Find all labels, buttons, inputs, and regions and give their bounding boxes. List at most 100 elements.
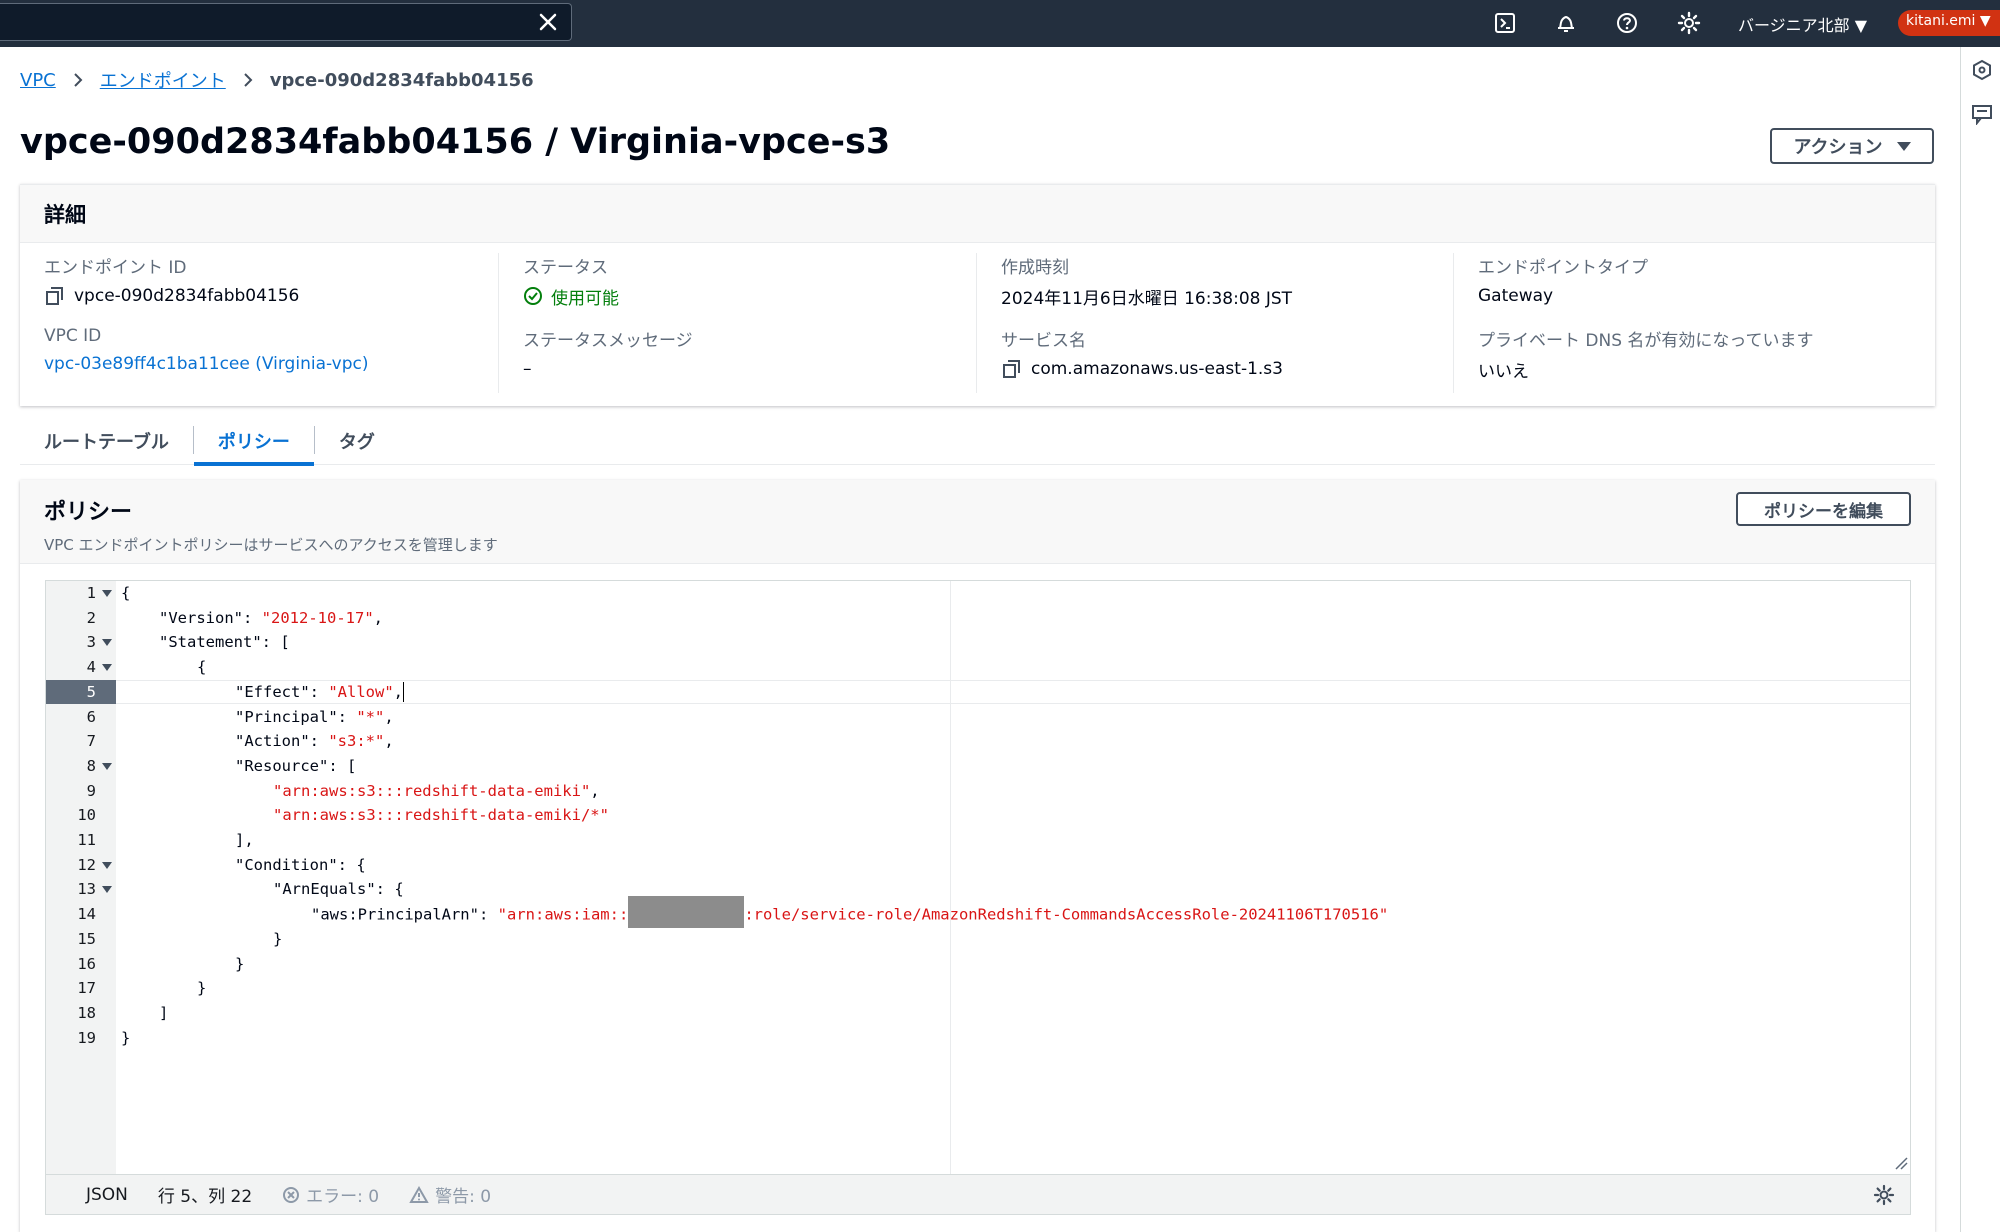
user-menu[interactable]: kitani.emi ▼ xyxy=(1898,10,2000,36)
fold-arrow-icon[interactable] xyxy=(102,763,112,770)
fold-arrow-icon[interactable] xyxy=(102,639,112,646)
code-line: "Condition": { xyxy=(235,855,366,874)
detail-tabs: ルートテーブル ポリシー タグ xyxy=(20,420,1935,466)
close-icon[interactable] xyxy=(535,9,561,35)
code-line: "Statement": [ xyxy=(159,633,290,652)
code-line: } xyxy=(273,929,283,948)
warning-count[interactable]: 警告: 0 xyxy=(409,1182,491,1207)
breadcrumb-endpoints[interactable]: エンドポイント xyxy=(100,67,226,93)
language-indicator: JSON xyxy=(86,1184,128,1205)
vpc-id-link[interactable]: vpc-03e89ff4c1ba11cee (Virginia-vpc) xyxy=(44,354,369,374)
details-column-4: エンドポイントタイプ Gateway プライベート DNS 名が有効になっていま… xyxy=(1453,253,1928,393)
line-number: 10 xyxy=(77,806,96,825)
tab-policy[interactable]: ポリシー xyxy=(193,420,314,466)
page-title: vpce-090d2834fabb04156 / Virginia-vpce-s… xyxy=(20,122,891,162)
code-line: { xyxy=(121,584,131,602)
code-line: "ArnEquals": { xyxy=(273,880,404,899)
cloudshell-icon[interactable] xyxy=(1491,9,1519,37)
line-number: 15 xyxy=(77,929,96,948)
actions-button-label: アクション xyxy=(1793,137,1883,158)
redacted-account-id xyxy=(628,896,745,929)
line-number: 12 xyxy=(77,855,96,874)
endpoint-id-label: エンドポイント ID xyxy=(44,258,187,278)
details-panel: 詳細 エンドポイント ID vpce-090d2834fabb04156 VPC… xyxy=(20,184,1935,406)
breadcrumb-current: vpce-090d2834fabb04156 xyxy=(269,69,534,91)
line-number: 16 xyxy=(77,954,96,973)
region-selector[interactable]: バージニア北部 ▼ xyxy=(1738,12,1867,36)
code-line: ], xyxy=(235,831,254,849)
hexagon-info-icon[interactable] xyxy=(1971,59,1993,81)
line-number-active: 5 xyxy=(86,682,96,701)
policy-title: ポリシー xyxy=(44,500,133,525)
breadcrumb-vpc[interactable]: VPC xyxy=(20,70,56,91)
status-label: ステータス xyxy=(523,258,608,278)
caret-down-icon xyxy=(1896,141,1911,151)
endpoint-id-value: vpce-090d2834fabb04156 xyxy=(74,286,300,306)
policy-code-editor[interactable]: 1 2 3 4 5 6 7 8 9 10 11 12 13 14 15 16 1… xyxy=(45,580,1911,1215)
private-dns-value: いいえ xyxy=(1478,361,1529,382)
fold-arrow-icon[interactable] xyxy=(102,862,112,869)
actions-button[interactable]: アクション xyxy=(1770,128,1934,164)
success-check-icon xyxy=(524,287,542,305)
line-number: 17 xyxy=(77,979,96,998)
code-text-area[interactable]: { "Version": "2012-10-17", "Statement": … xyxy=(116,581,1910,1176)
status-message-label: ステータスメッセージ xyxy=(523,331,693,351)
error-count[interactable]: エラー: 0 xyxy=(282,1182,379,1207)
details-column-3: 作成時刻 2024年11月6日水曜日 16:38:08 JST サービス名 co… xyxy=(976,253,1451,393)
code-line: "aws:PrincipalArn": "arn:aws:iam:::role/… xyxy=(311,896,1388,929)
fold-arrow-icon[interactable] xyxy=(102,590,112,597)
code-line: } xyxy=(121,1028,131,1047)
fold-arrow-icon[interactable] xyxy=(102,664,112,671)
code-line: "Resource": [ xyxy=(235,756,357,775)
tab-route-tables[interactable]: ルートテーブル xyxy=(20,420,193,465)
line-number: 18 xyxy=(77,1003,96,1022)
settings-icon[interactable] xyxy=(1872,1183,1896,1207)
line-number: 19 xyxy=(77,1028,96,1047)
warning-triangle-icon xyxy=(409,1185,429,1203)
line-number: 3 xyxy=(86,633,96,652)
policy-header: ポリシー VPC エンドポイントポリシーはサービスへのアクセスを管理します ポリ… xyxy=(20,480,1935,564)
code-line: "Version": "2012-10-17", xyxy=(159,608,383,627)
help-icon[interactable] xyxy=(1613,9,1641,37)
code-line: ] xyxy=(159,1003,169,1022)
line-number: 9 xyxy=(86,781,96,800)
status-value: 使用可能 xyxy=(551,288,619,309)
code-line: "Action": "s3:*", xyxy=(235,732,394,751)
status-message-value: – xyxy=(523,359,532,379)
endpoint-type-label: エンドポイントタイプ xyxy=(1478,258,1648,278)
feedback-icon[interactable] xyxy=(1971,103,1993,125)
endpoint-type-value: Gateway xyxy=(1478,286,1554,306)
cursor-position: 行 5、列 22 xyxy=(157,1187,253,1207)
search-input[interactable] xyxy=(0,3,572,41)
line-number: 13 xyxy=(77,880,96,899)
details-column-1: エンドポイント ID vpce-090d2834fabb04156 VPC ID… xyxy=(20,253,495,393)
tab-tags[interactable]: タグ xyxy=(315,420,399,465)
error-circle-icon xyxy=(283,1186,300,1203)
copy-icon[interactable] xyxy=(44,285,66,307)
line-number: 14 xyxy=(77,905,96,924)
service-name-label: サービス名 xyxy=(1001,331,1086,351)
code-line: "arn:aws:s3:::redshift-data-emiki/*" xyxy=(273,806,609,825)
code-line: } xyxy=(235,954,245,973)
print-margin xyxy=(950,581,951,1176)
breadcrumb: VPC エンドポイント vpce-090d2834fabb04156 xyxy=(20,66,534,94)
code-line: } xyxy=(197,979,207,998)
copy-icon[interactable] xyxy=(1001,358,1023,380)
code-line: "arn:aws:s3:::redshift-data-emiki", xyxy=(273,781,600,800)
code-line: "Principal": "*", xyxy=(235,707,394,726)
edit-policy-button[interactable]: ポリシーを編集 xyxy=(1736,492,1911,526)
line-number: 2 xyxy=(86,608,96,627)
bell-icon[interactable] xyxy=(1552,9,1580,37)
line-number: 8 xyxy=(86,756,96,775)
line-number-gutter: 1 2 3 4 5 6 7 8 9 10 11 12 13 14 15 16 1… xyxy=(46,581,116,1176)
policy-panel: ポリシー VPC エンドポイントポリシーはサービスへのアクセスを管理します ポリ… xyxy=(20,480,1935,1232)
error-count-label: エラー: 0 xyxy=(306,1187,380,1207)
details-header: 詳細 xyxy=(20,185,1935,243)
resize-handle-icon[interactable] xyxy=(1894,1156,1908,1170)
right-utility-rail xyxy=(1960,47,2000,1232)
fold-arrow-icon[interactable] xyxy=(102,886,112,893)
settings-icon[interactable] xyxy=(1675,9,1703,37)
created-label: 作成時刻 xyxy=(1001,258,1069,278)
line-number: 6 xyxy=(86,707,96,726)
line-number: 1 xyxy=(86,584,96,602)
